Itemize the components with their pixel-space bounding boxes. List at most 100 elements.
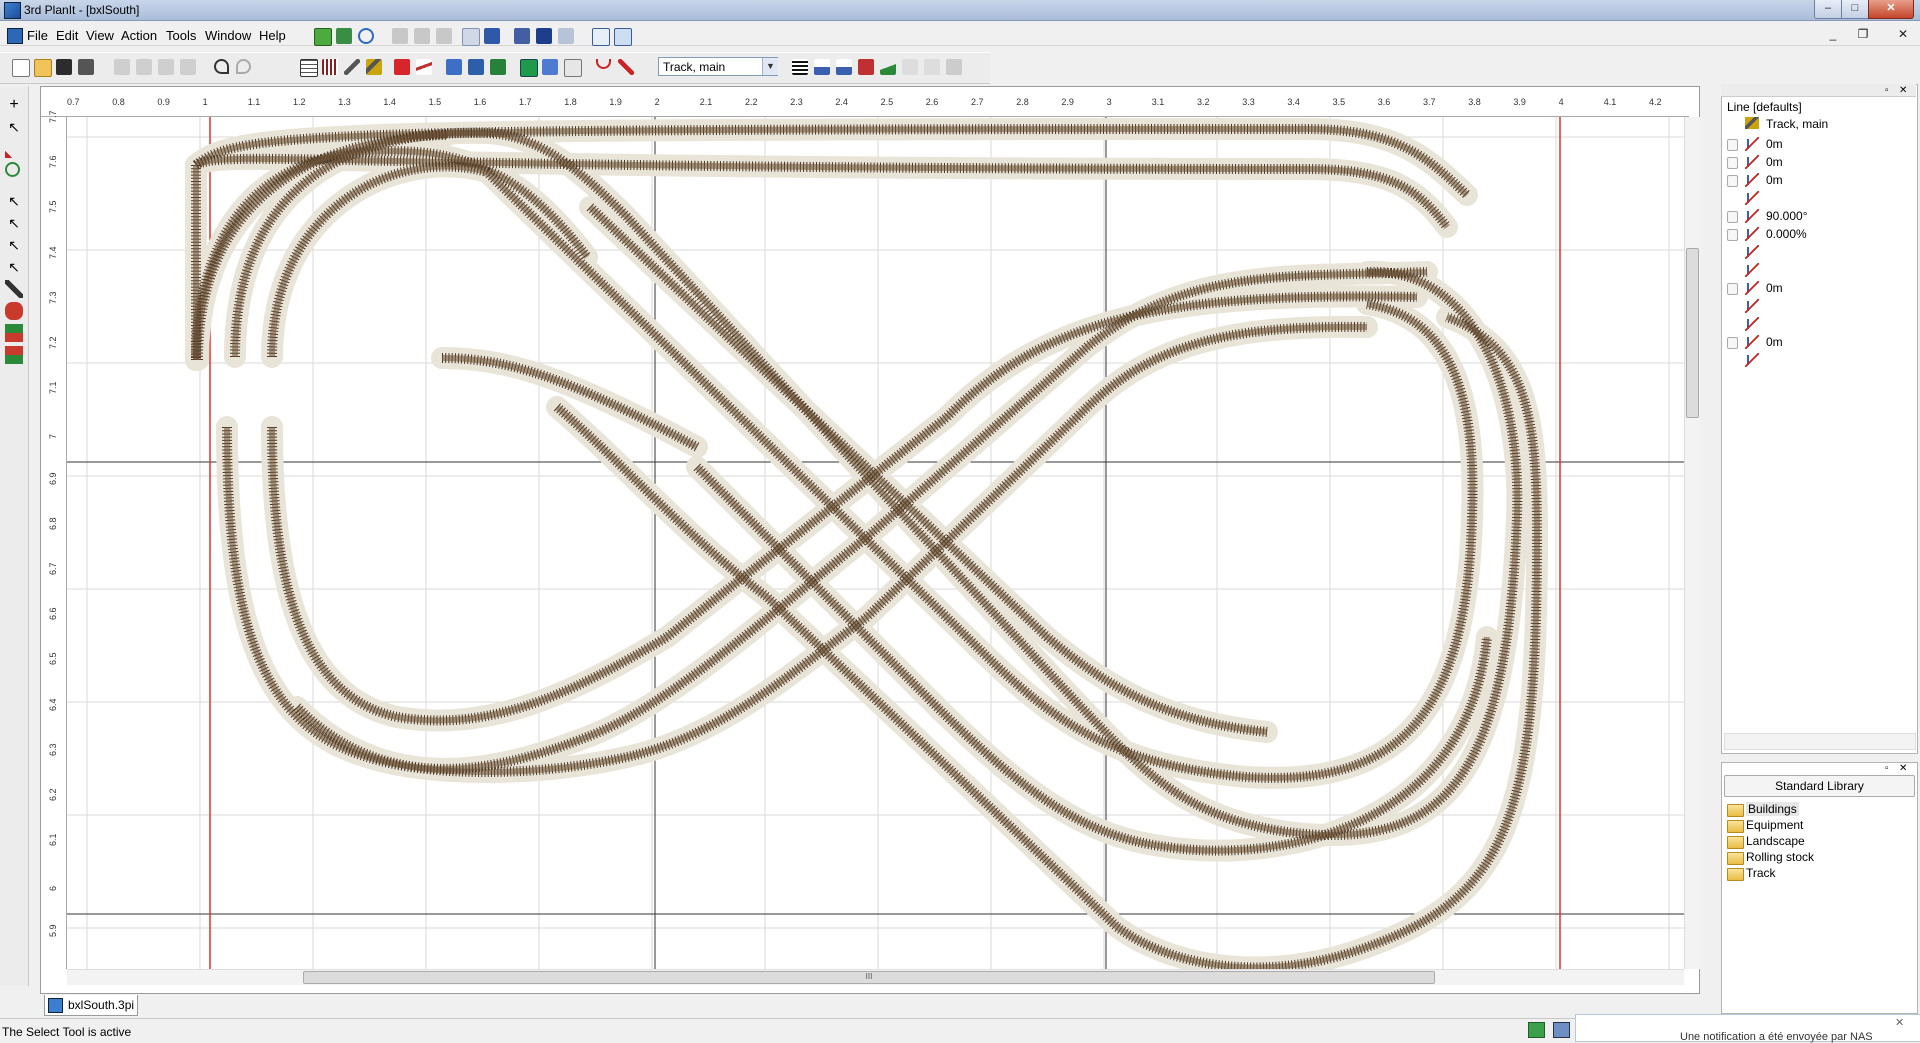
layer-3d-icon[interactable] (314, 28, 332, 46)
redo-icon[interactable] (236, 59, 251, 74)
dimension-icon[interactable] (858, 59, 874, 75)
lock-icon[interactable] (1727, 157, 1738, 169)
library-item[interactable]: Track (1746, 866, 1776, 880)
save-icon[interactable] (56, 59, 72, 75)
align-bottom-icon[interactable] (436, 28, 452, 44)
line-weight-icon[interactable] (792, 59, 808, 75)
library-header[interactable]: Standard Library (1724, 775, 1915, 797)
export-icon[interactable] (946, 59, 962, 75)
library-item[interactable]: Landscape (1746, 834, 1805, 848)
grid-icon[interactable] (300, 59, 318, 77)
align-top-icon[interactable] (392, 28, 408, 44)
delete-icon[interactable] (180, 59, 196, 75)
label-b-icon[interactable] (836, 59, 852, 75)
document-tab-label[interactable]: bxlSouth.3pi (68, 998, 134, 1012)
select-rail-icon[interactable]: ↖ (5, 236, 23, 254)
crossing-icon[interactable] (416, 59, 432, 75)
select-arrow-icon[interactable]: ↖ (5, 118, 23, 136)
ungroup-icon[interactable] (558, 28, 574, 44)
panel-close-icon[interactable]: ✕ (1899, 85, 1907, 96)
lock-icon[interactable] (1727, 211, 1738, 223)
property-value[interactable]: 0.000% (1766, 227, 1807, 241)
drawing-canvas[interactable] (67, 117, 1684, 969)
show-layers-icon[interactable] (336, 28, 352, 44)
lock-icon[interactable] (1727, 337, 1738, 349)
vertical-scroll-thumb[interactable] (1686, 248, 1699, 418)
group-icon[interactable] (536, 28, 552, 44)
chevron-down-icon[interactable]: ▼ (762, 58, 778, 75)
layer-select[interactable]: Track, main (658, 57, 778, 76)
library-item[interactable]: Buildings (1746, 802, 1799, 816)
print-icon[interactable] (78, 59, 94, 75)
layer-paint-icon[interactable] (5, 324, 23, 342)
layer-ground-icon[interactable] (490, 59, 506, 75)
app-icon[interactable] (4, 2, 21, 19)
select-point-icon[interactable]: ↖ (5, 258, 23, 276)
eyedropper-icon[interactable] (5, 280, 23, 298)
turnout-icon[interactable] (394, 59, 410, 75)
split-track-icon[interactable] (618, 59, 634, 75)
mdi-restore-button[interactable]: ❐ (1852, 26, 1874, 42)
grade-icon[interactable] (880, 59, 896, 75)
copy-icon[interactable] (136, 59, 152, 75)
align-middle-icon[interactable] (414, 28, 430, 44)
connect-icon[interactable] (484, 28, 500, 44)
mdi-close-button[interactable]: ✕ (1892, 26, 1914, 42)
property-value[interactable]: 0m (1766, 335, 1783, 349)
properties-layer[interactable]: Track, main (1766, 117, 1828, 131)
paint-bucket-icon[interactable] (5, 302, 23, 320)
layer-fill-icon[interactable] (5, 346, 23, 364)
close-button[interactable]: ✕ (1868, 0, 1914, 19)
table-icon[interactable] (542, 59, 558, 75)
lock-icon[interactable] (1727, 283, 1738, 295)
layer-manager-icon[interactable] (520, 59, 538, 77)
property-value[interactable]: 0m (1766, 281, 1783, 295)
crosshair-icon[interactable]: + (5, 96, 23, 114)
refresh-icon[interactable] (358, 28, 374, 44)
lock-icon[interactable] (1727, 139, 1738, 151)
zoom-icon[interactable] (5, 162, 20, 177)
ties-icon[interactable] (322, 59, 338, 75)
layer-track-icon[interactable] (446, 59, 462, 75)
layer-scenery-icon[interactable] (468, 59, 484, 75)
notification-close-icon[interactable]: ✕ (1895, 1016, 1904, 1029)
select-object-icon[interactable]: ↖ (5, 192, 23, 210)
paste-icon[interactable] (158, 59, 174, 75)
library-item[interactable]: Rolling stock (1746, 850, 1814, 864)
select-add-icon[interactable]: ↖ (5, 214, 23, 232)
mdi-minimize-button[interactable]: _ (1822, 26, 1844, 42)
lock-icon[interactable] (1727, 175, 1738, 187)
open-folder-icon[interactable] (34, 59, 52, 77)
property-value[interactable]: 0m (1766, 137, 1783, 151)
minimize-button[interactable]: – (1814, 0, 1842, 19)
angle-tool-icon[interactable] (5, 140, 23, 158)
line-icon[interactable] (344, 59, 360, 75)
lock-icon[interactable] (1727, 229, 1738, 241)
property-value[interactable]: 0m (1766, 173, 1783, 187)
vertical-scrollbar[interactable] (1684, 117, 1700, 969)
measure-icon[interactable] (924, 59, 940, 75)
panel-pin-icon[interactable]: ▫ (1885, 85, 1889, 96)
picture-icon[interactable] (564, 59, 582, 77)
new-file-icon[interactable] (12, 59, 30, 77)
undo-icon[interactable] (214, 59, 229, 74)
property-value[interactable]: 0m (1766, 155, 1783, 169)
tray-app-icon[interactable] (1528, 1022, 1545, 1038)
maximize-button[interactable]: □ (1841, 0, 1869, 19)
edit-properties-icon[interactable] (614, 28, 632, 46)
library-item[interactable]: Equipment (1746, 818, 1803, 832)
cut-icon[interactable] (114, 59, 130, 75)
tray-network-icon[interactable] (1553, 1022, 1570, 1038)
track-icon[interactable] (366, 59, 382, 75)
label-a-icon[interactable] (814, 59, 830, 75)
snap-icon[interactable] (462, 28, 480, 46)
property-value[interactable]: 90.000° (1766, 209, 1808, 223)
library-pin-icon[interactable]: ▫ (1885, 763, 1889, 774)
horizontal-scroll-thumb[interactable]: III (303, 971, 1435, 984)
join-track-icon[interactable] (514, 28, 530, 44)
text-icon[interactable] (902, 59, 918, 75)
ruler-tick-label: 6.9 (48, 472, 58, 485)
window-icon[interactable] (592, 28, 610, 46)
properties-scrollbar[interactable] (1724, 733, 1916, 750)
library-close-icon[interactable]: ✕ (1899, 763, 1907, 774)
